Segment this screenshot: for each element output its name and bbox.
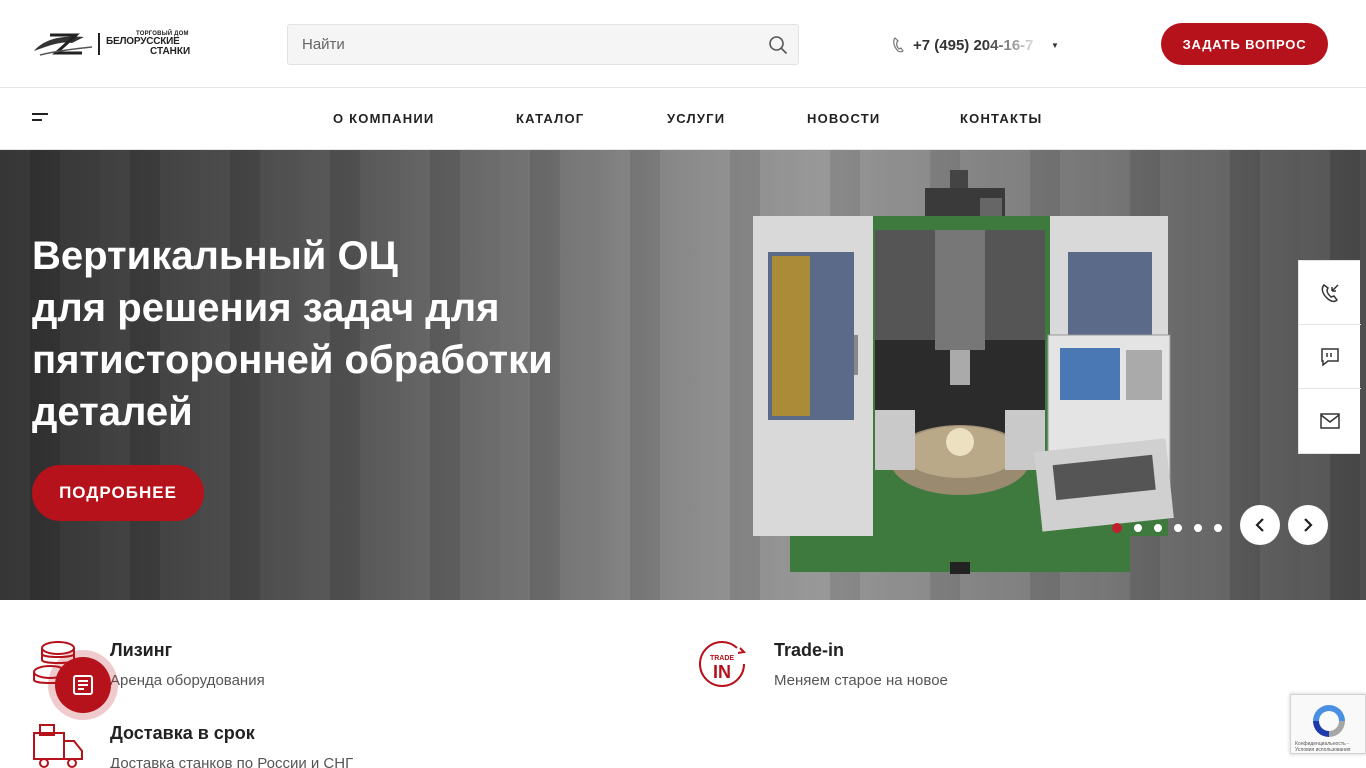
mail-button[interactable] [1299, 389, 1361, 453]
feature-trade-in[interactable]: TRADE IN Trade-in Меняем старое на новое [696, 640, 1256, 700]
nav-item-news[interactable]: НОВОСТИ [807, 111, 880, 126]
hero-slider: Вертикальный ОЦ для решения задач для пя… [0, 150, 1366, 600]
hero-title-line: для решения задач для [32, 286, 500, 330]
feature-title: Доставка в срок [110, 723, 255, 743]
chevron-down-icon[interactable]: ▼ [1051, 41, 1059, 50]
search-icon[interactable] [768, 35, 788, 55]
machine-image [753, 170, 1174, 574]
logo-text: ТОРГОВЫЙ ДОМ БЕЛОРУССКИЕ СТАНКИ [106, 31, 190, 57]
fab-inner[interactable] [55, 657, 111, 713]
nav-item-catalog[interactable]: КАТАЛОГ [516, 111, 584, 126]
floating-form-button[interactable] [48, 650, 118, 720]
feature-delivery[interactable]: Доставка в срок Доставка станков по Росс… [32, 723, 592, 768]
document-icon [73, 675, 93, 695]
feature-subtitle: Доставка станков по России и СНГ [110, 755, 354, 768]
chevron-left-icon [1255, 518, 1264, 532]
hero-title: Вертикальный ОЦ для решения задач для пя… [32, 230, 652, 438]
phone-block[interactable]: +7 (495) 204-16-7 ▼ [892, 34, 1059, 56]
callback-button[interactable] [1299, 261, 1361, 325]
chat-icon [1321, 347, 1339, 367]
more-details-button[interactable]: ПОДРОБНЕЕ [32, 465, 204, 521]
nav-item-about[interactable]: О КОМПАНИИ [333, 111, 434, 126]
chat-button[interactable] [1299, 325, 1361, 389]
phone-number[interactable]: +7 (495) 204-16-7 [913, 37, 1043, 54]
slider-prev-button[interactable] [1240, 505, 1280, 545]
feature-subtitle: Аренда оборудования [110, 672, 265, 689]
logo-separator [98, 33, 100, 55]
recaptcha-text: Конфиденциальность - Условия использован… [1295, 741, 1351, 753]
nav-item-services[interactable]: УСЛУГИ [667, 111, 725, 126]
slider-dot[interactable] [1134, 524, 1142, 532]
slider-dot[interactable] [1214, 524, 1222, 532]
slider-dot[interactable] [1154, 524, 1162, 532]
side-contact-widget [1298, 260, 1361, 454]
svg-text:TRADE: TRADE [710, 655, 734, 662]
ask-question-button[interactable]: ЗАДАТЬ ВОПРОС [1161, 23, 1328, 65]
feature-title: Лизинг [110, 640, 173, 660]
delivery-truck-icon [33, 724, 83, 768]
recaptcha-logo-icon [1313, 705, 1345, 737]
recaptcha-badge[interactable]: Конфиденциальность - Условия использован… [1290, 694, 1366, 754]
header: ТОРГОВЫЙ ДОМ БЕЛОРУССКИЕ СТАНКИ +7 (495)… [0, 0, 1366, 88]
svg-text:IN: IN [713, 662, 731, 682]
chevron-right-icon [1304, 518, 1313, 532]
hero-title-line: пятисторонней обработки [32, 338, 553, 382]
logo-mark-icon [34, 33, 93, 56]
menu-burger-icon[interactable] [32, 113, 50, 125]
hero-title-line: деталей [32, 390, 193, 434]
slider-dot[interactable] [1174, 524, 1182, 532]
slider-dot[interactable] [1112, 523, 1122, 533]
feature-title: Trade-in [774, 640, 845, 660]
feature-subtitle: Меняем старое на новое [774, 672, 948, 689]
main-nav: О КОМПАНИИ КАТАЛОГ УСЛУГИ НОВОСТИ КОНТАК… [0, 89, 1366, 150]
slider-dot[interactable] [1194, 524, 1202, 532]
search-input[interactable] [288, 25, 748, 64]
logo[interactable]: ТОРГОВЫЙ ДОМ БЕЛОРУССКИЕ СТАНКИ [32, 28, 194, 60]
mail-icon [1320, 413, 1340, 429]
hero-title-line: Вертикальный ОЦ [32, 234, 398, 278]
search-box [287, 24, 799, 65]
slider-next-button[interactable] [1288, 505, 1328, 545]
trade-in-icon: TRADE IN [699, 641, 747, 687]
callback-phone-icon [1321, 283, 1339, 302]
logo-line2: СТАНКИ [150, 46, 191, 57]
phone-icon [893, 37, 904, 53]
nav-item-contacts[interactable]: КОНТАКТЫ [960, 111, 1042, 126]
slider-dots [1112, 523, 1222, 533]
